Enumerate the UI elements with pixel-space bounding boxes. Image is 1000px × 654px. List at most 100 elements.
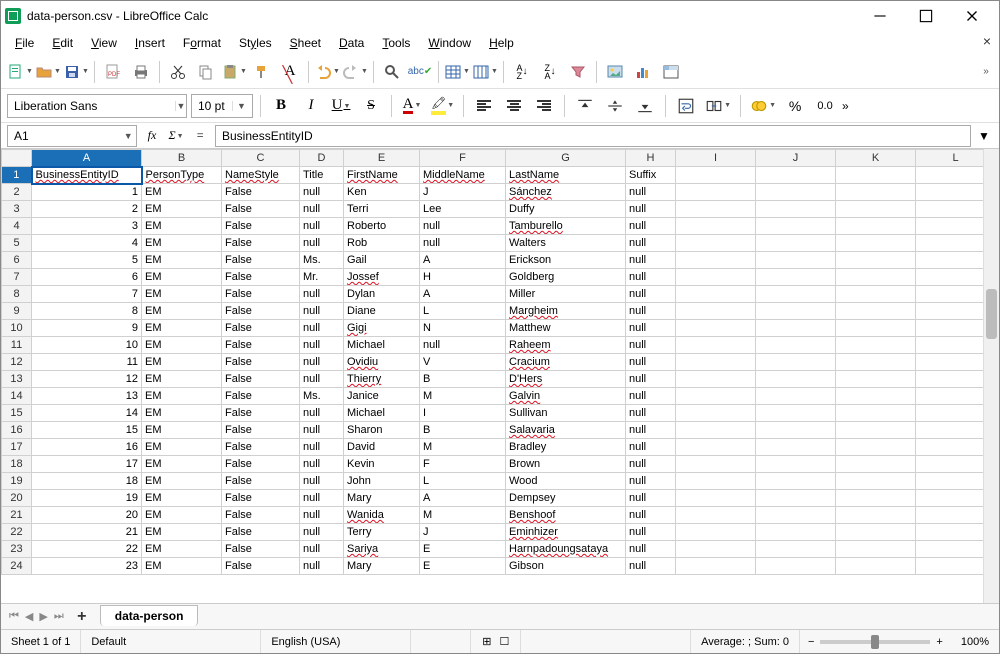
cell[interactable] xyxy=(756,320,836,337)
cell[interactable]: 12 xyxy=(32,371,142,388)
cell[interactable]: null xyxy=(626,490,676,507)
cell[interactable]: False xyxy=(222,507,300,524)
cell[interactable] xyxy=(756,235,836,252)
cell[interactable]: null xyxy=(300,184,344,201)
cell[interactable]: null xyxy=(300,405,344,422)
cell[interactable]: False xyxy=(222,201,300,218)
cell[interactable]: Gibson xyxy=(506,558,626,575)
save-button[interactable]: ▼ xyxy=(63,59,89,85)
wrap-text-button[interactable] xyxy=(673,93,699,119)
cell[interactable] xyxy=(756,439,836,456)
cell[interactable]: null xyxy=(626,473,676,490)
highlight-button[interactable]: 🖍▼ xyxy=(429,93,456,119)
clear-formatting-button[interactable]: A╲ xyxy=(277,59,303,85)
cell[interactable]: null xyxy=(626,184,676,201)
cell[interactable] xyxy=(676,320,756,337)
cell[interactable]: Michael xyxy=(344,337,420,354)
chevron-down-icon[interactable]: ▼ xyxy=(232,101,250,111)
strikethrough-button[interactable]: S xyxy=(358,93,384,119)
cell[interactable]: Sullivan xyxy=(506,405,626,422)
cell[interactable] xyxy=(676,337,756,354)
cell[interactable]: null xyxy=(300,320,344,337)
row-header[interactable]: 2 xyxy=(2,184,32,201)
cell[interactable]: Sariya xyxy=(344,541,420,558)
cell[interactable]: Mary xyxy=(344,490,420,507)
cell[interactable]: Terry xyxy=(344,524,420,541)
cell[interactable]: EM xyxy=(142,422,222,439)
cell[interactable] xyxy=(836,303,916,320)
cell[interactable]: Bradley xyxy=(506,439,626,456)
cell[interactable]: EM xyxy=(142,235,222,252)
cell[interactable]: False xyxy=(222,184,300,201)
row-header[interactable]: 3 xyxy=(2,201,32,218)
cell[interactable]: 19 xyxy=(32,490,142,507)
column-header[interactable]: C xyxy=(222,150,300,167)
menu-edit[interactable]: Edit xyxy=(44,34,81,52)
cell[interactable] xyxy=(676,269,756,286)
row-header[interactable]: 13 xyxy=(2,371,32,388)
cell[interactable]: Raheem xyxy=(506,337,626,354)
cell[interactable]: False xyxy=(222,405,300,422)
cell[interactable]: PersonType xyxy=(142,167,222,184)
cell[interactable]: Walters xyxy=(506,235,626,252)
column-header[interactable]: F xyxy=(420,150,506,167)
cell[interactable]: Miller xyxy=(506,286,626,303)
cell[interactable] xyxy=(916,201,984,218)
cell[interactable] xyxy=(676,303,756,320)
align-top-button[interactable] xyxy=(572,93,598,119)
cell[interactable]: null xyxy=(626,252,676,269)
cell[interactable] xyxy=(676,541,756,558)
row-header[interactable]: 11 xyxy=(2,337,32,354)
select-all-corner[interactable] xyxy=(2,150,32,167)
cell[interactable]: null xyxy=(626,507,676,524)
cell[interactable] xyxy=(756,269,836,286)
cell[interactable] xyxy=(756,201,836,218)
menu-help[interactable]: Help xyxy=(481,34,522,52)
cell[interactable]: 10 xyxy=(32,337,142,354)
status-selection-mode[interactable]: ⊞☐ xyxy=(471,630,521,653)
sort-desc-button[interactable]: ZA↓ xyxy=(537,59,563,85)
row-header[interactable]: 5 xyxy=(2,235,32,252)
cell[interactable] xyxy=(676,286,756,303)
name-box[interactable]: ▼ xyxy=(7,125,137,147)
row-header[interactable]: 1 xyxy=(2,167,32,184)
cell[interactable]: False xyxy=(222,541,300,558)
cell[interactable]: John xyxy=(344,473,420,490)
spellcheck-button[interactable]: abc✔ xyxy=(407,59,433,85)
cell[interactable] xyxy=(916,524,984,541)
cell[interactable] xyxy=(676,558,756,575)
cell[interactable]: False xyxy=(222,337,300,354)
cell[interactable]: 1 xyxy=(32,184,142,201)
cell[interactable] xyxy=(836,167,916,184)
formatbar-overflow[interactable]: » xyxy=(842,99,849,113)
cell[interactable]: BusinessEntityID xyxy=(32,167,142,184)
cell[interactable]: 22 xyxy=(32,541,142,558)
copy-button[interactable] xyxy=(193,59,219,85)
cell[interactable]: A xyxy=(420,252,506,269)
cell[interactable] xyxy=(836,218,916,235)
cell[interactable] xyxy=(756,252,836,269)
cell[interactable]: Eminhizer xyxy=(506,524,626,541)
cell[interactable] xyxy=(836,320,916,337)
cell[interactable]: Terri xyxy=(344,201,420,218)
cell[interactable] xyxy=(676,473,756,490)
expand-formula-button[interactable]: ▼ xyxy=(975,125,993,147)
zoom-in-button[interactable]: + xyxy=(936,636,942,648)
cell[interactable] xyxy=(836,235,916,252)
cell[interactable]: Erickson xyxy=(506,252,626,269)
cell[interactable]: EM xyxy=(142,269,222,286)
cell[interactable] xyxy=(836,524,916,541)
menu-sheet[interactable]: Sheet xyxy=(282,34,329,52)
font-color-button[interactable]: A▼ xyxy=(399,93,425,119)
cell[interactable]: null xyxy=(300,558,344,575)
cell[interactable] xyxy=(756,473,836,490)
cell[interactable]: null xyxy=(420,337,506,354)
column-button[interactable]: ▼ xyxy=(472,59,498,85)
cell[interactable]: 20 xyxy=(32,507,142,524)
cell[interactable] xyxy=(836,490,916,507)
cell[interactable]: null xyxy=(420,235,506,252)
zoom-level[interactable]: 100% xyxy=(951,630,999,653)
cell[interactable]: null xyxy=(626,524,676,541)
cell[interactable] xyxy=(836,405,916,422)
cell[interactable]: D'Hers xyxy=(506,371,626,388)
